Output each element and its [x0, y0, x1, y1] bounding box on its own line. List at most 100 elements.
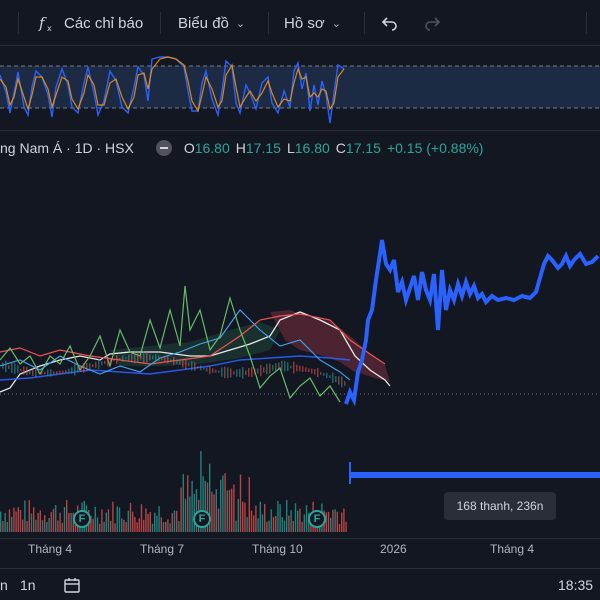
candle — [254, 368, 256, 375]
volume-bar — [158, 506, 160, 532]
volume-bar — [66, 500, 68, 532]
close-label: C — [335, 140, 346, 156]
candle — [149, 354, 151, 361]
volume-bar — [261, 514, 264, 532]
volume-bar — [140, 504, 143, 532]
candle — [305, 367, 307, 372]
volume-bar — [134, 517, 136, 532]
candle — [53, 371, 55, 375]
oscillator-pane[interactable] — [0, 47, 600, 131]
candle — [281, 360, 283, 371]
financial-event-badge[interactable]: F — [308, 510, 326, 528]
range-button[interactable]: 1n — [20, 577, 36, 593]
candle — [344, 381, 346, 386]
candle — [197, 366, 199, 369]
candle — [326, 372, 328, 379]
volume-bar — [39, 510, 41, 532]
toolbar-separator — [18, 12, 19, 34]
volume-bar — [147, 513, 149, 532]
goto-date-button[interactable] — [62, 575, 82, 598]
candle — [335, 376, 337, 383]
volume-bar — [24, 500, 26, 532]
volume-bar — [92, 518, 94, 532]
volume-bar — [253, 515, 255, 532]
volume-bar — [217, 508, 220, 532]
candle — [89, 363, 91, 370]
toolbar-separator — [160, 12, 161, 34]
candle — [161, 357, 163, 361]
volume-bar — [37, 512, 39, 532]
range-button[interactable]: n — [0, 577, 8, 593]
volume-bars — [0, 451, 347, 532]
volume-bar — [28, 500, 30, 532]
candle — [287, 362, 289, 372]
candle — [269, 363, 271, 374]
toolbar-separator — [364, 12, 365, 34]
candle — [212, 368, 214, 373]
candle — [272, 365, 274, 371]
volume-bar — [68, 513, 70, 532]
bottom-toolbar: n 1n 18:35 — [0, 568, 600, 600]
financial-event-badge[interactable]: F — [193, 510, 211, 528]
chart-type-button[interactable]: Biểu đồ ⌄ — [178, 0, 245, 46]
candle — [314, 369, 316, 375]
time-axis[interactable]: Tháng 4 Tháng 7 Tháng 10 2026 Tháng 4 — [0, 538, 600, 562]
candle — [74, 364, 76, 376]
volume-bar — [35, 519, 37, 532]
volume-bar — [180, 487, 182, 532]
volume-bar — [94, 506, 96, 532]
volume-bar — [224, 473, 226, 532]
symbol-title[interactable]: ng Nam Á · 1D · HSX — [0, 140, 134, 156]
candle — [152, 355, 154, 360]
collapse-legend-button[interactable] — [155, 140, 172, 156]
volume-bar — [176, 510, 178, 532]
low-value: 16.80 — [294, 140, 330, 156]
candle — [224, 366, 226, 379]
indicators-button[interactable]: fx Các chỉ báo — [38, 0, 143, 46]
volume-bar — [334, 509, 336, 532]
volume-bar — [50, 512, 52, 532]
volume-bar — [338, 524, 341, 532]
high-label: H — [235, 140, 246, 156]
volume-bar — [336, 511, 338, 532]
candle — [230, 368, 232, 378]
volume-bar — [231, 488, 233, 532]
candle — [227, 367, 229, 379]
volume-bar — [239, 474, 242, 532]
undo-button[interactable] — [380, 0, 400, 46]
volume-bar — [114, 523, 116, 532]
time-axis-label: Tháng 4 — [490, 542, 535, 556]
candle — [194, 362, 196, 371]
top-toolbar: fx Các chỉ báo Biểu đồ ⌄ Hồ sơ ⌄ — [0, 0, 600, 46]
chevron-down-icon: ⌄ — [331, 17, 341, 30]
candle — [116, 355, 118, 365]
volume-bar — [182, 474, 184, 532]
volume-bar — [286, 500, 288, 532]
volume-bar — [127, 510, 129, 532]
svg-text:f: f — [38, 14, 47, 32]
candle — [95, 361, 97, 368]
candle — [188, 363, 190, 367]
clock-time[interactable]: 18:35 — [558, 577, 593, 593]
candle — [251, 367, 253, 377]
candle — [125, 357, 127, 360]
function-icon: fx — [38, 14, 56, 32]
volume-bar — [294, 503, 297, 532]
volume-bar — [297, 510, 299, 532]
candle — [122, 355, 124, 362]
candle — [56, 371, 58, 374]
volume-bar — [268, 520, 270, 532]
candle — [71, 367, 73, 374]
financial-event-badge[interactable]: F — [73, 510, 91, 528]
candle — [5, 360, 7, 373]
volume-bar — [292, 520, 294, 532]
candle — [11, 362, 13, 374]
volume-bar — [226, 490, 228, 532]
profile-button[interactable]: Hồ sơ ⌄ — [284, 0, 341, 46]
volume-bar — [222, 475, 224, 532]
main-chart-pane[interactable] — [0, 160, 600, 538]
redo-button[interactable] — [422, 0, 442, 46]
toolbar-separator — [268, 12, 269, 34]
candle — [167, 356, 169, 364]
volume-bar — [61, 522, 63, 532]
